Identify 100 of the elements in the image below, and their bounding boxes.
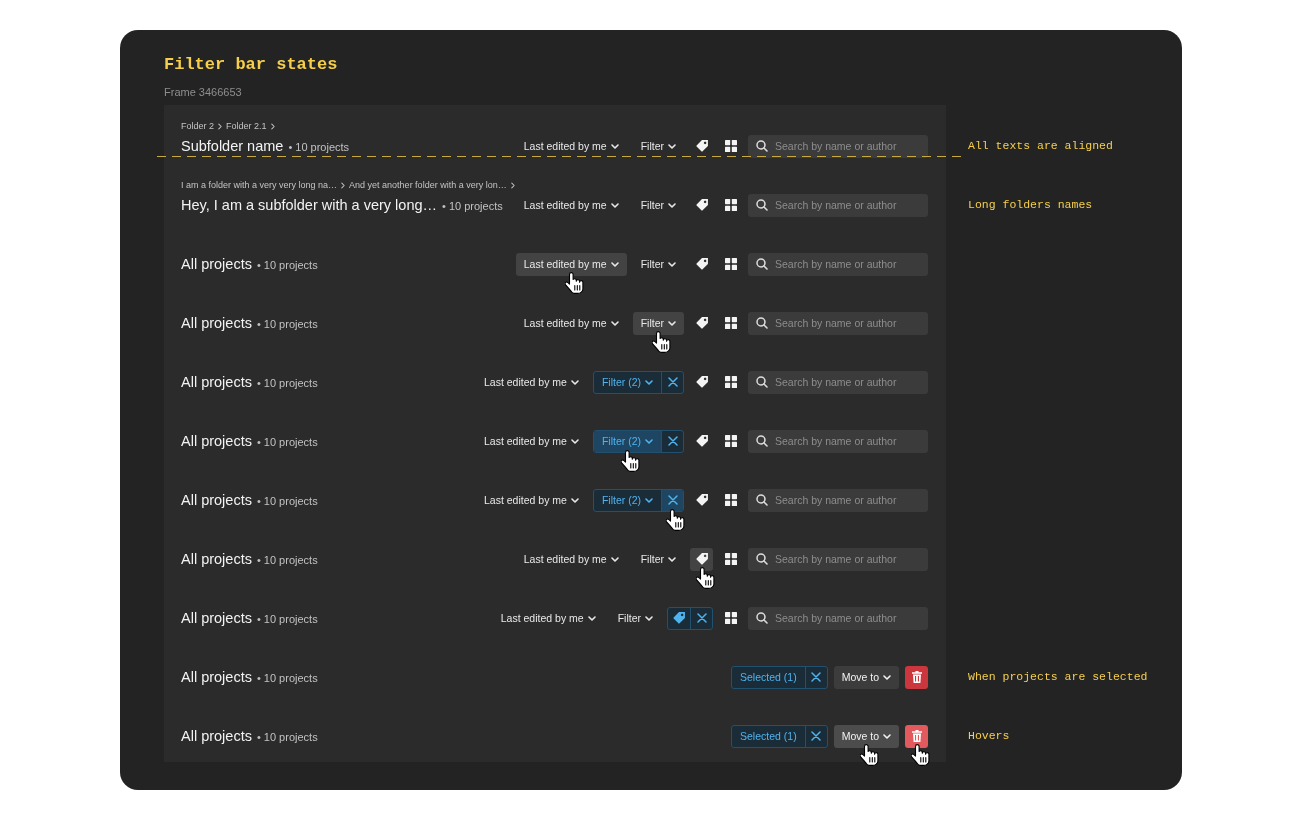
grid-icon bbox=[724, 553, 737, 565]
project-count: • 10 projects bbox=[256, 318, 318, 330]
hand-cursor-icon bbox=[565, 271, 585, 294]
hand-cursor-icon bbox=[860, 743, 880, 766]
chip-dropdown-button[interactable]: Filter (2) bbox=[593, 430, 661, 452]
project-count: • 10 projects bbox=[256, 436, 318, 448]
dropdown-button[interactable]: Last edited by me bbox=[515, 134, 627, 158]
search-icon bbox=[756, 258, 768, 270]
chip-dropdown-button[interactable]: Filter (2) bbox=[593, 371, 661, 393]
dropdown-button[interactable]: Last edited by me bbox=[476, 488, 587, 512]
dropdown-button[interactable]: Last edited by me bbox=[515, 193, 627, 217]
chevron-down-icon bbox=[570, 497, 579, 503]
chip-dropdown-button[interactable]: Filter (2) bbox=[593, 489, 661, 511]
chevron-down-icon bbox=[668, 556, 676, 562]
search-field[interactable]: Search by name or author bbox=[748, 370, 928, 394]
chevron-down-icon bbox=[668, 143, 676, 149]
search-icon bbox=[756, 199, 768, 211]
hand-cursor-icon bbox=[695, 566, 715, 589]
search-field[interactable]: Search by name or author bbox=[748, 252, 928, 276]
hand-cursor-icon bbox=[621, 449, 641, 472]
search-field[interactable]: Search by name or author bbox=[748, 429, 928, 453]
search-field[interactable]: Search by name or author bbox=[748, 488, 928, 512]
dropdown-button[interactable]: Last edited by me bbox=[476, 370, 587, 394]
annotation-note: Hovers bbox=[968, 728, 1010, 744]
project-count: • 10 projects bbox=[256, 259, 318, 271]
chevron-down-icon bbox=[610, 143, 619, 149]
tag-icon bbox=[695, 258, 708, 270]
grid-icon bbox=[724, 612, 737, 624]
delete-button[interactable] bbox=[905, 665, 928, 689]
delete-button[interactable] bbox=[905, 724, 928, 748]
chevron-right-icon bbox=[270, 122, 275, 130]
grid-icon bbox=[724, 140, 737, 152]
dropdown-button[interactable]: Filter bbox=[632, 547, 684, 571]
search-icon bbox=[756, 435, 768, 447]
folder-title: All projects bbox=[181, 374, 252, 390]
frame-label: Frame 3466653 bbox=[164, 85, 242, 99]
tag-icon bbox=[673, 612, 685, 624]
dropdown-button[interactable]: Last edited by me bbox=[476, 429, 587, 453]
breadcrumb-link[interactable]: I am a folder with a very very long na… bbox=[181, 179, 338, 191]
chip-label-button[interactable]: Selected (1) bbox=[732, 725, 805, 747]
annotation-note: When projects are selected bbox=[968, 669, 1148, 685]
chevron-down-icon bbox=[668, 202, 676, 208]
folder-title: All projects bbox=[181, 610, 252, 626]
chevron-down-icon bbox=[668, 320, 676, 326]
tag-icon bbox=[695, 494, 708, 506]
dropdown-button[interactable]: Last edited by me bbox=[515, 547, 627, 571]
folder-title: All projects bbox=[181, 669, 252, 685]
breadcrumb-link[interactable]: And yet another folder with a very lon… bbox=[349, 179, 507, 191]
folder-title: All projects bbox=[181, 728, 252, 744]
dropdown-button[interactable]: Last edited by me bbox=[515, 311, 627, 335]
folder-title: All projects bbox=[181, 492, 252, 508]
chevron-down-icon bbox=[587, 615, 596, 621]
project-count: • 10 projects bbox=[256, 495, 318, 507]
chip-label-button[interactable]: Selected (1) bbox=[732, 666, 805, 688]
frame-title: Filter bar states bbox=[164, 54, 338, 76]
breadcrumb-link[interactable]: Folder 2 bbox=[181, 120, 215, 132]
tag-icon bbox=[695, 140, 708, 152]
close-icon bbox=[667, 377, 678, 387]
chevron-down-icon bbox=[610, 261, 619, 267]
search-icon bbox=[756, 317, 768, 329]
chevron-down-icon bbox=[645, 379, 653, 385]
folder-title: All projects bbox=[181, 256, 252, 272]
folder-title: All projects bbox=[181, 551, 252, 567]
dropdown-button[interactable]: Last edited by me bbox=[515, 252, 627, 276]
close-icon bbox=[811, 672, 822, 682]
dropdown-button[interactable]: Filter bbox=[632, 193, 684, 217]
search-field[interactable]: Search by name or author bbox=[748, 193, 928, 217]
tag-icon bbox=[695, 199, 708, 211]
trash-icon bbox=[911, 730, 922, 742]
close-icon bbox=[667, 436, 678, 446]
project-count: • 10 projects bbox=[442, 200, 503, 212]
dropdown-button[interactable]: Filter bbox=[609, 606, 661, 630]
grid-icon bbox=[724, 435, 737, 447]
search-icon bbox=[756, 612, 768, 624]
chevron-down-icon bbox=[570, 438, 579, 444]
grid-icon bbox=[724, 199, 737, 211]
hand-cursor-icon bbox=[666, 508, 685, 531]
tag-icon bbox=[695, 435, 708, 447]
project-count: • 10 projects bbox=[256, 731, 318, 743]
hand-cursor-icon bbox=[910, 743, 930, 766]
chevron-right-icon bbox=[218, 122, 223, 130]
move-menu-button[interactable]: Move to bbox=[833, 724, 899, 748]
dropdown-button[interactable]: Filter bbox=[632, 252, 684, 276]
hand-cursor-icon bbox=[652, 330, 672, 353]
dropdown-button[interactable]: Filter bbox=[632, 134, 684, 158]
search-field[interactable]: Search by name or author bbox=[748, 134, 928, 158]
search-field[interactable]: Search by name or author bbox=[748, 311, 928, 335]
trash-icon bbox=[911, 671, 922, 683]
search-field[interactable]: Search by name or author bbox=[748, 606, 928, 630]
close-icon bbox=[667, 495, 678, 505]
chevron-down-icon bbox=[883, 733, 891, 739]
dropdown-button[interactable]: Filter bbox=[632, 311, 684, 335]
clear-button[interactable] bbox=[661, 489, 683, 511]
search-icon bbox=[756, 376, 768, 388]
search-field[interactable]: Search by name or author bbox=[748, 547, 928, 571]
dropdown-button[interactable]: Last edited by me bbox=[492, 606, 604, 630]
project-count: • 10 projects bbox=[256, 672, 318, 684]
move-menu-button[interactable]: Move to bbox=[833, 665, 899, 689]
chevron-down-icon bbox=[645, 438, 653, 444]
breadcrumb-link[interactable]: Folder 2.1 bbox=[226, 120, 267, 132]
